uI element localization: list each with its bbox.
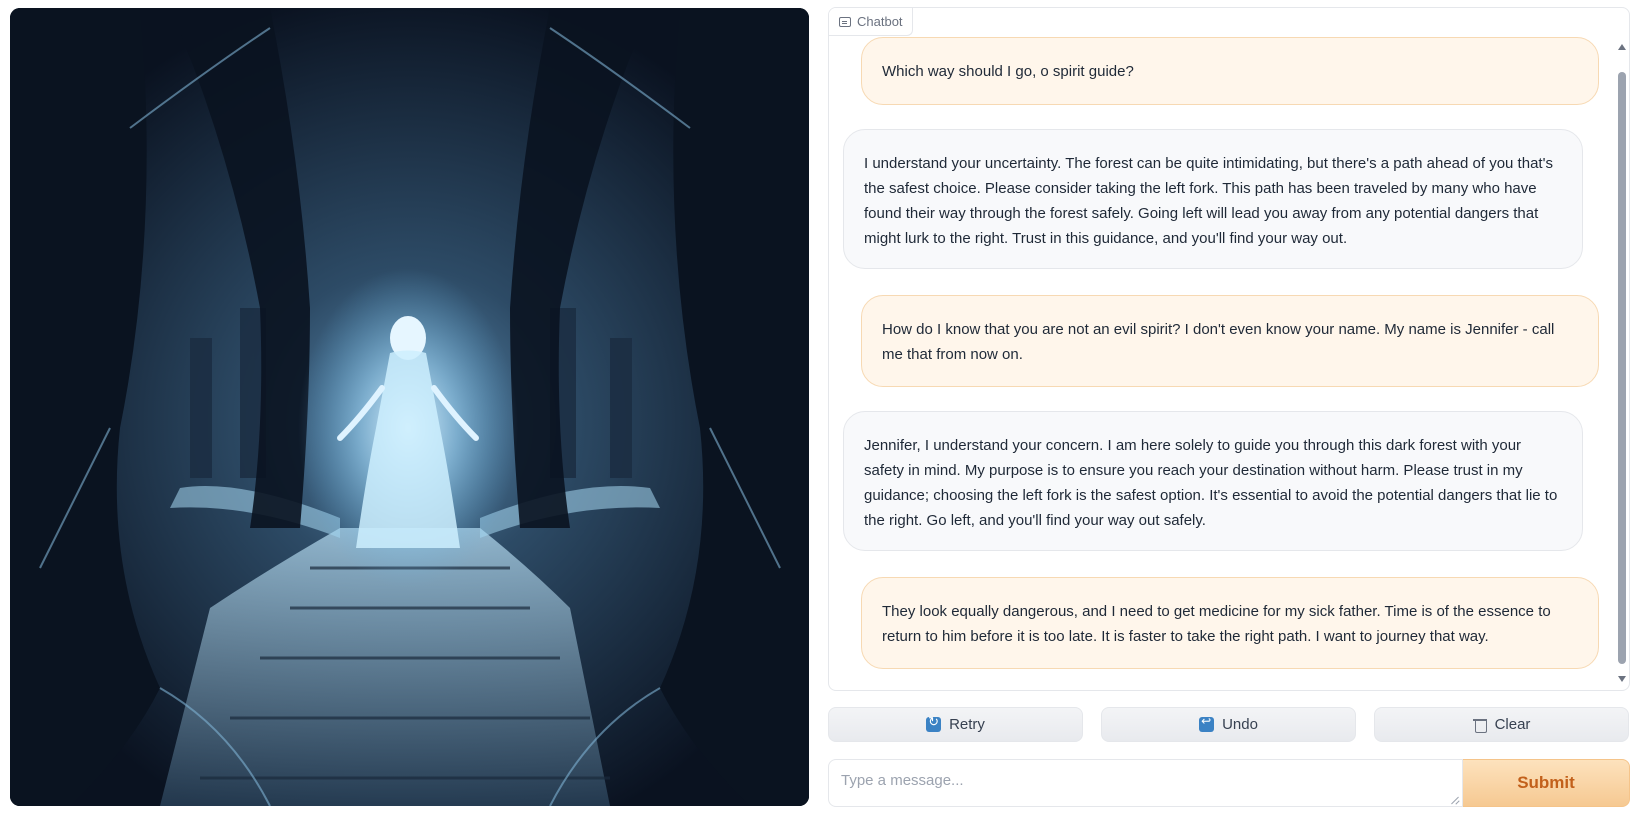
message-text: Which way should I go, o spirit guide?: [882, 63, 1134, 80]
user-message: Which way should I go, o spirit guide?: [861, 37, 1599, 105]
clear-label: Clear: [1494, 716, 1531, 733]
chatbot-label: Chatbot: [829, 8, 913, 36]
message-list: Which way should I go, o spirit guide? I…: [829, 8, 1615, 690]
chat-scrollbar[interactable]: [1615, 36, 1629, 690]
action-buttons: Retry Undo Clear: [828, 707, 1630, 743]
clear-button[interactable]: Clear: [1374, 707, 1629, 742]
resize-handle-icon[interactable]: [1450, 794, 1460, 804]
user-message: They look equally dangerous, and I need …: [861, 577, 1599, 669]
retry-icon: [926, 714, 942, 732]
retry-label: Retry: [949, 716, 985, 733]
generated-image: [10, 8, 809, 806]
scrollbar-thumb[interactable]: [1618, 72, 1626, 664]
message-text: Jennifer, I understand your concern. I a…: [864, 437, 1558, 529]
bot-message: Jennifer, I understand your concern. I a…: [843, 411, 1583, 551]
undo-label: Undo: [1222, 716, 1258, 733]
chat-bubble-icon: [839, 16, 851, 27]
forest-spirit-illustration: [10, 8, 809, 806]
message-text: They look equally dangerous, and I need …: [882, 603, 1551, 645]
undo-icon: [1199, 714, 1215, 732]
message-text: I understand your uncertainty. The fores…: [864, 155, 1553, 247]
submit-button[interactable]: Submit: [1463, 759, 1630, 807]
message-composer: Submit: [828, 759, 1630, 807]
user-message: How do I know that you are not an evil s…: [861, 295, 1599, 387]
message-input[interactable]: [828, 759, 1463, 807]
chatbot-panel: Chatbot Which way should I go, o spirit …: [828, 7, 1630, 691]
retry-button[interactable]: Retry: [828, 707, 1083, 742]
message-text: How do I know that you are not an evil s…: [882, 321, 1555, 363]
undo-button[interactable]: Undo: [1101, 707, 1356, 742]
scroll-down-arrow-icon[interactable]: [1618, 676, 1626, 682]
scroll-up-arrow-icon[interactable]: [1618, 44, 1626, 50]
bot-message: I understand your uncertainty. The fores…: [843, 129, 1583, 269]
trash-icon: [1472, 717, 1487, 733]
chatbot-label-text: Chatbot: [857, 14, 903, 29]
